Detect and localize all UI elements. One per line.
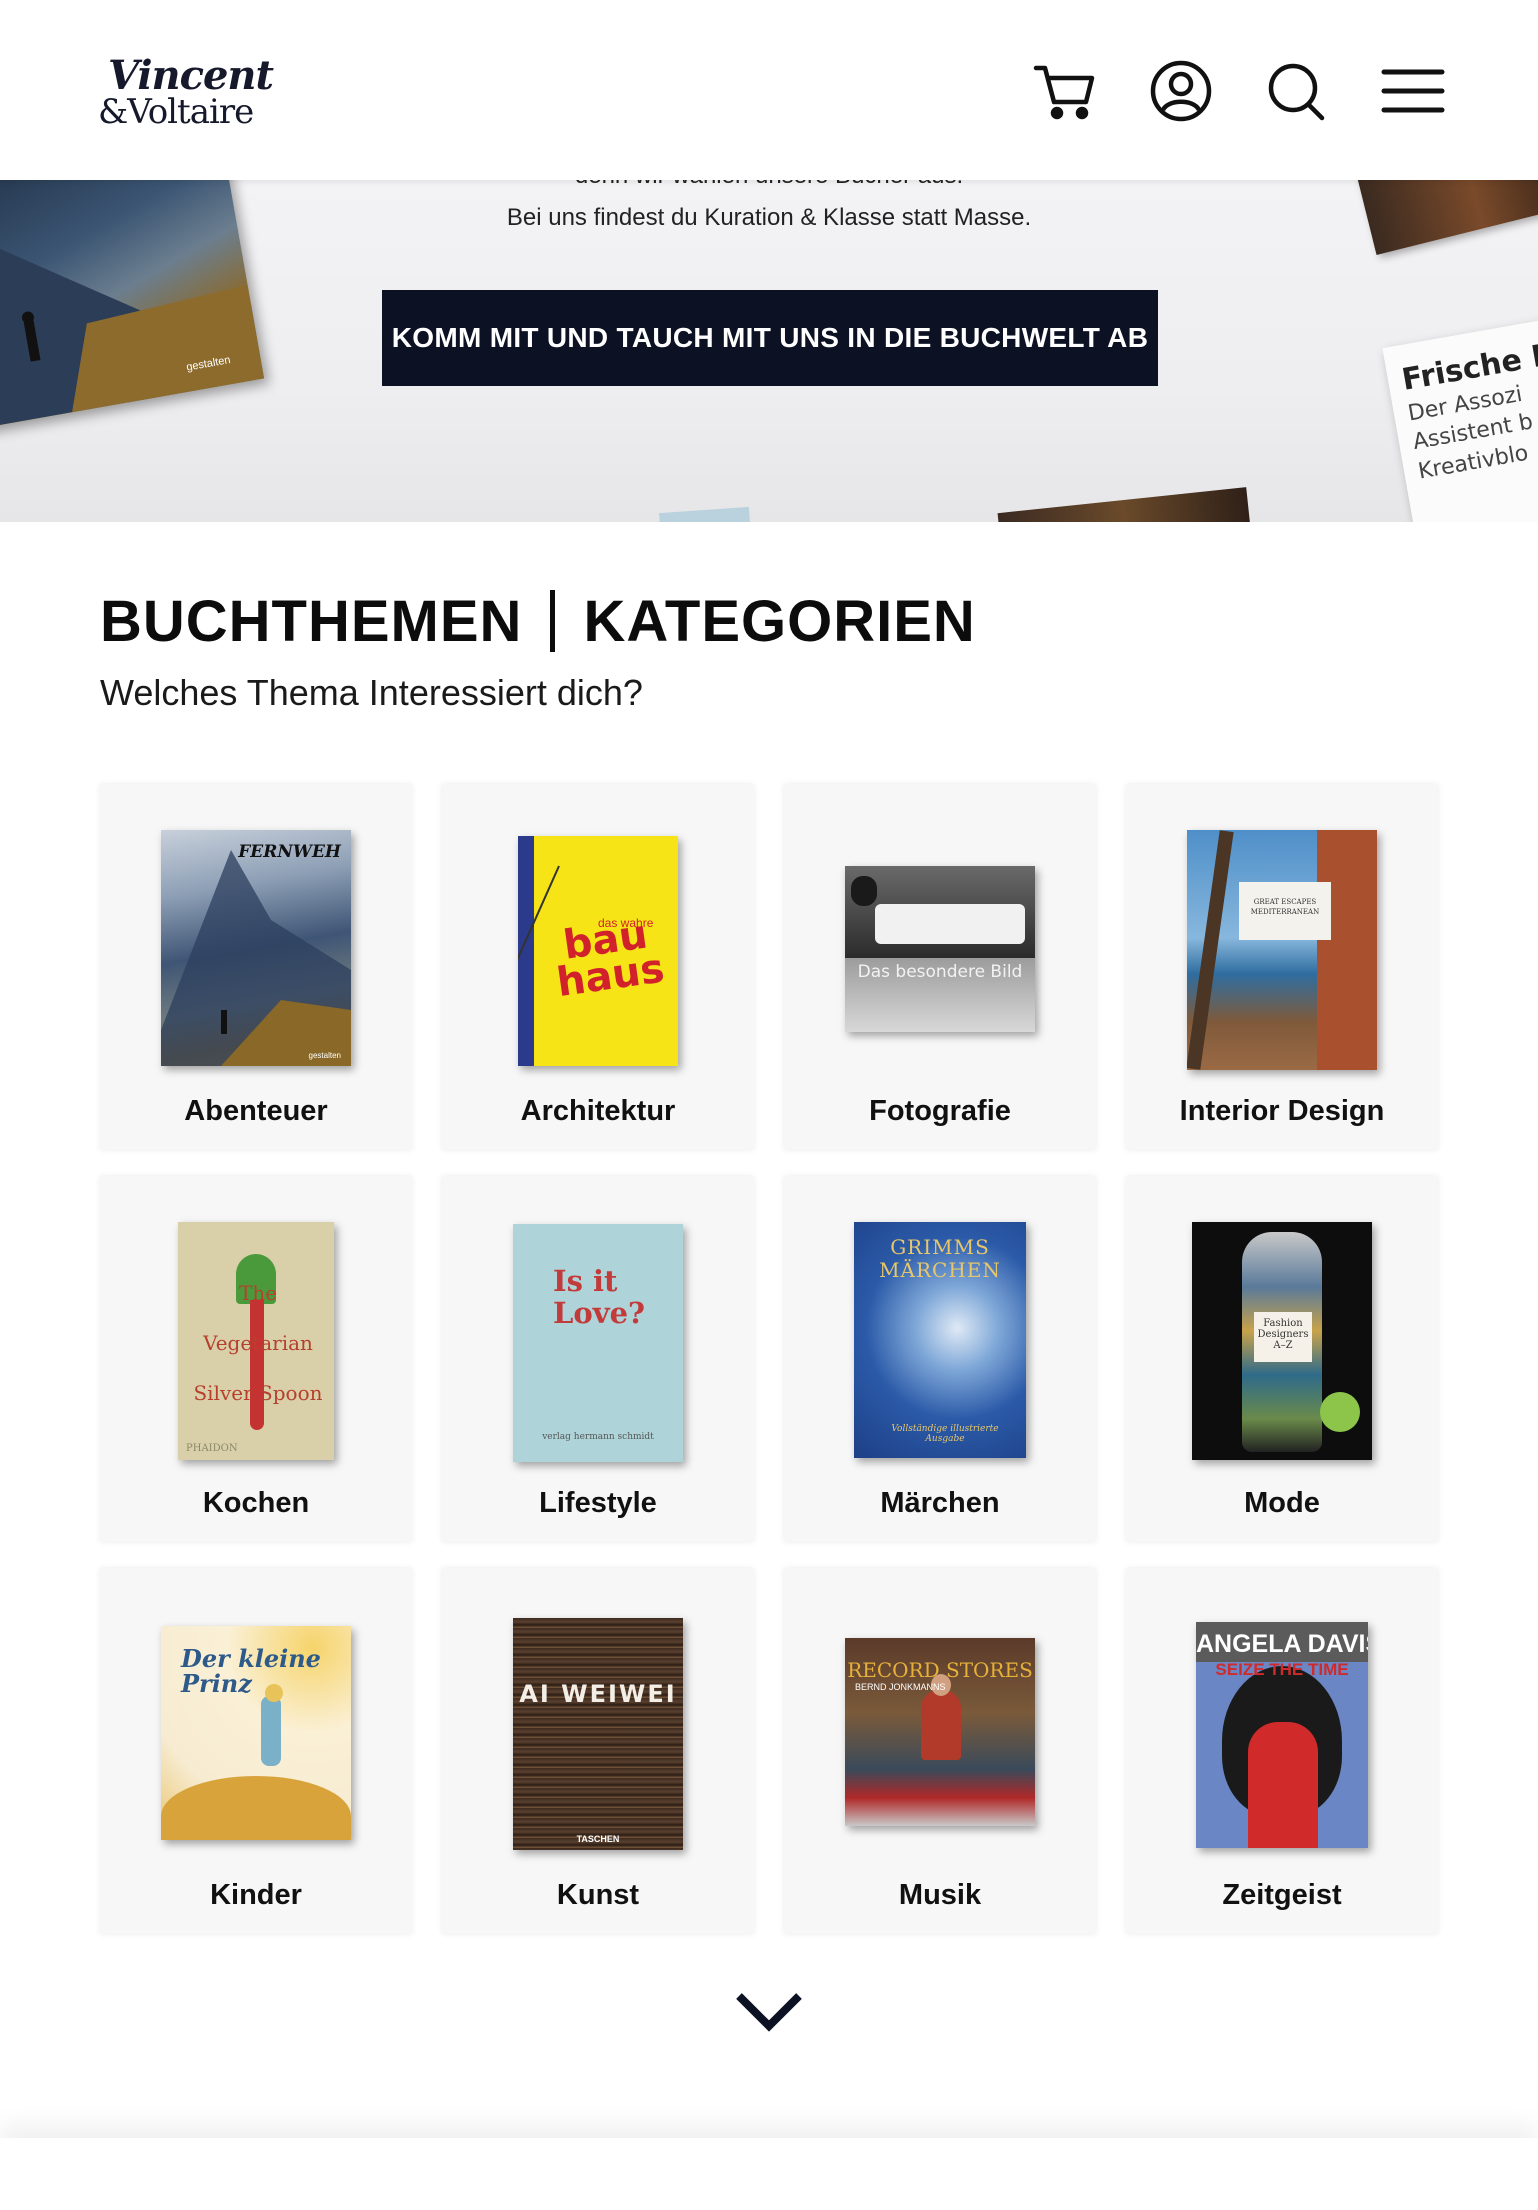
cover-title: FERNWEH (238, 842, 341, 862)
cover-sub: BERND JONKMANNS (855, 1682, 946, 1692)
cover-sub: SEIZE THE TIME (1215, 1660, 1349, 1679)
hero-note-card: Frische L Der Assozi Assistent b Kreativ… (1382, 315, 1538, 522)
cover-title: ANGELA DAVIS (1196, 1630, 1368, 1658)
book-cover-fotografie: Das besondere Bild (845, 866, 1035, 1032)
category-tile-architektur[interactable]: bau haus das wahre Architektur (442, 784, 754, 1150)
category-tile-abenteuer[interactable]: FERNWEH gestalten Abenteuer (100, 784, 412, 1150)
tab-kategorien[interactable]: KATEGORIEN (583, 588, 975, 655)
category-tile-mode[interactable]: Fashion Designers A–Z Mode (1126, 1176, 1438, 1542)
section-title: BUCHTHEMEN KATEGORIEN (100, 586, 976, 656)
book-cover-angela-davis: ANGELA DAVIS SEIZE THE TIME (1196, 1622, 1368, 1848)
category-label: Mode (1244, 1487, 1320, 1519)
title-divider (550, 590, 556, 652)
search-icon[interactable] (1264, 58, 1330, 124)
book-cover-record-stores: RECORD STORES BERND JONKMANNS (845, 1638, 1035, 1826)
category-label: Abenteuer (184, 1095, 328, 1127)
category-label: Kinder (210, 1879, 302, 1911)
category-tile-kochen[interactable]: The Vegetarian Silver Spoon PHAIDON Koch… (100, 1176, 412, 1542)
category-label: Musik (898, 1879, 982, 1911)
tab-buchthemen[interactable]: BUCHTHEMEN (100, 588, 522, 655)
category-label: Kunst (556, 1879, 640, 1911)
book-cover-is-it-love: Is it Love? verlag hermann schmidt (513, 1224, 683, 1462)
book-cover-fernweh: FERNWEH gestalten (161, 830, 351, 1066)
cover-sub: verlag hermann schmidt (542, 1432, 654, 1442)
book-cover-great-escapes: GREAT ESCAPES MEDITERRANEAN (1187, 830, 1377, 1070)
category-tile-kunst[interactable]: AI WEIWEI TASCHEN Kunst (442, 1568, 754, 1934)
hero-text-line-1: denn wir wählen unsere Bücher aus. (0, 180, 1538, 190)
hero-banner: gestalten Frische L Der Assozi Assistent… (0, 180, 1538, 522)
cover-sub: Vollständige illustrierte Ausgabe (891, 1424, 999, 1444)
category-label: Architektur (520, 1095, 676, 1127)
book-cover-grimms-maerchen: GRIMMS MÄRCHEN Vollständige illustrierte… (854, 1222, 1026, 1458)
category-grid: FERNWEH gestalten Abenteuer bau haus das… (100, 784, 1438, 1934)
footer-band (0, 2138, 1538, 2210)
book-cover-bauhaus: bau haus das wahre (518, 836, 678, 1066)
cover-title: The Vegetarian Silver Spoon (193, 1281, 323, 1405)
category-label: Lifestyle (539, 1487, 657, 1519)
category-tile-maerchen[interactable]: GRIMMS MÄRCHEN Vollständige illustrierte… (784, 1176, 1096, 1542)
hero-book-photo-3 (997, 487, 1253, 522)
cover-title: AI WEIWEI (519, 1680, 677, 1708)
hero-book-photo-4 (659, 506, 751, 522)
cover-sub: PHAIDON (186, 1443, 238, 1454)
cover-title: GRIMMS MÄRCHEN (879, 1235, 1001, 1282)
book-cover-vegetarian-silver-spoon: The Vegetarian Silver Spoon PHAIDON (178, 1222, 334, 1460)
book-cover-der-kleine-prinz: Der kleine Prinz (161, 1626, 351, 1840)
category-tile-kinder[interactable]: Der kleine Prinz Kinder (100, 1568, 412, 1934)
category-tile-interior-design[interactable]: GREAT ESCAPES MEDITERRANEAN Interior Des… (1126, 784, 1438, 1150)
hero-text-line-2: Bei uns findest du Kuration & Klasse sta… (506, 204, 1032, 231)
site-logo[interactable]: Vincent &Voltaire (98, 52, 274, 132)
cart-icon[interactable] (1032, 58, 1098, 124)
category-label: Fotografie (869, 1095, 1011, 1127)
cover-title: RECORD STORES (847, 1658, 1033, 1682)
category-label: Märchen (880, 1487, 1000, 1519)
category-tile-lifestyle[interactable]: Is it Love? verlag hermann schmidt Lifes… (442, 1176, 754, 1542)
book-cover-ai-weiwei: AI WEIWEI TASCHEN (513, 1618, 683, 1850)
category-tile-musik[interactable]: RECORD STORES BERND JONKMANNS Musik (784, 1568, 1096, 1934)
category-tile-zeitgeist[interactable]: ANGELA DAVIS SEIZE THE TIME Zeitgeist (1126, 1568, 1438, 1934)
category-label: Kochen (202, 1487, 310, 1519)
user-icon[interactable] (1148, 58, 1214, 124)
book-cover-fashion-designers: Fashion Designers A–Z (1192, 1222, 1372, 1460)
cover-sub: TASCHEN (576, 1834, 620, 1844)
hero-cta-button[interactable]: KOMM MIT UND TAUCH MIT UNS IN DIE BUCHWE… (382, 290, 1158, 386)
cover-sub: das wahre (598, 916, 654, 930)
cover-sub: gestalten (308, 1051, 341, 1060)
cover-title: GREAT ESCAPES MEDITERRANEAN (1250, 898, 1320, 916)
cover-title: Das besondere Bild (857, 962, 1023, 982)
cover-title: Is it Love? (553, 1264, 646, 1330)
category-tile-fotografie[interactable]: Das besondere Bild Fotografie (784, 784, 1096, 1150)
site-header: Vincent &Voltaire (0, 0, 1538, 180)
menu-icon[interactable] (1380, 58, 1446, 124)
chevron-down-icon[interactable] (735, 1990, 803, 2034)
logo-line-2: &Voltaire (98, 92, 254, 132)
cover-title: Der kleine Prinz (181, 1644, 321, 1699)
cover-title: Fashion Designers A–Z (1257, 1318, 1309, 1351)
category-label: Zeitgeist (1222, 1879, 1342, 1911)
category-label: Interior Design (1179, 1095, 1385, 1127)
section-subtitle: Welches Thema Interessiert dich? (100, 672, 643, 713)
